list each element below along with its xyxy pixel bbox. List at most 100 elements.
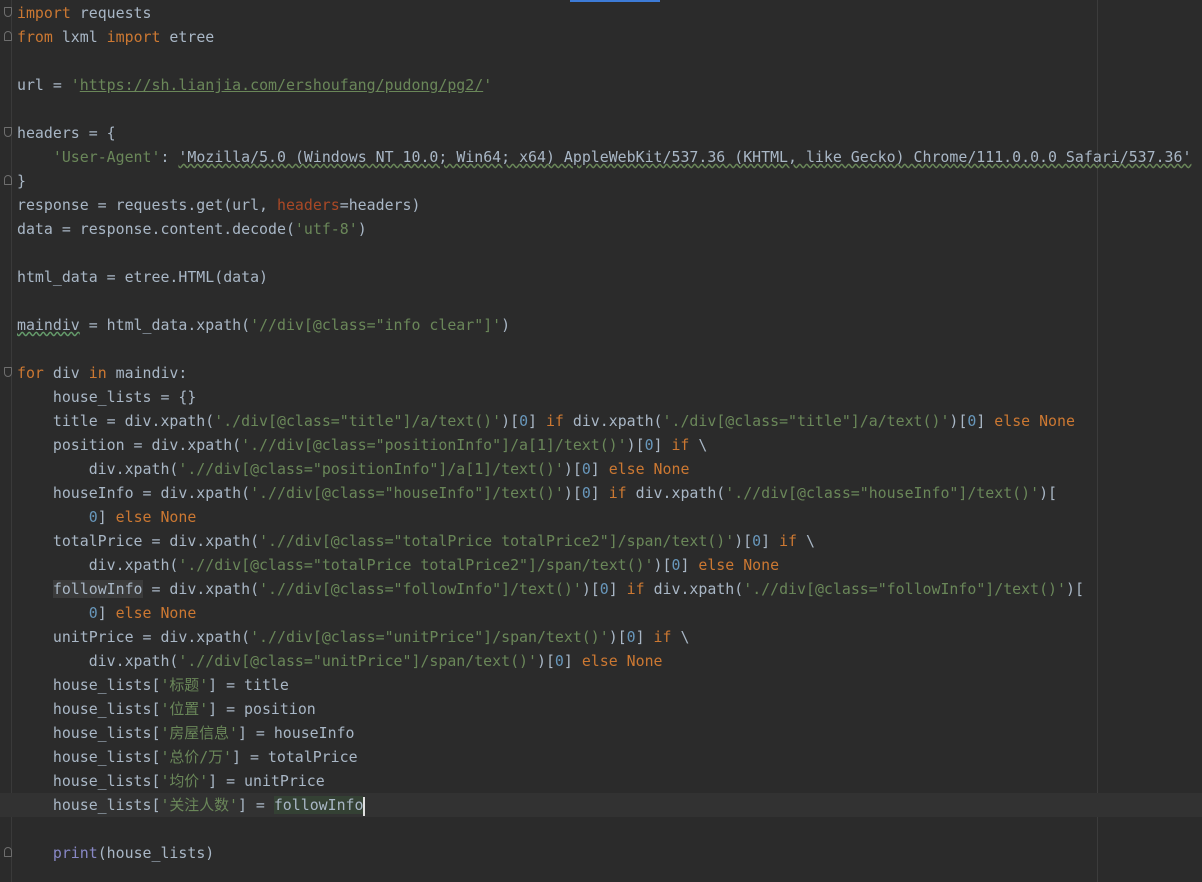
code-token: )[ [536, 652, 555, 670]
code-token: house_lists[ [17, 676, 161, 694]
code-line[interactable]: house_lists['位置'] = position [0, 697, 1202, 721]
code-token: 0 [752, 532, 762, 550]
code-line[interactable]: maindiv = html_data.xpath('//div[@class=… [0, 313, 1202, 337]
code-token: div.xpath( [17, 460, 179, 478]
code-line[interactable] [0, 337, 1202, 361]
code-token: =headers) [339, 196, 421, 214]
fold-marker-icon[interactable] [4, 127, 12, 137]
code-line[interactable]: unitPrice = div.xpath('.//div[@class="un… [0, 625, 1202, 649]
code-token: ] [635, 628, 654, 646]
code-line[interactable]: response = requests.get(url, headers=hea… [0, 193, 1202, 217]
fold-marker-icon[interactable] [4, 175, 12, 185]
code-token: )[ [1065, 580, 1084, 598]
code-token: totalPrice = div.xpath( [17, 532, 260, 550]
code-token: )[ [501, 412, 520, 430]
code-line[interactable]: data = response.content.decode('utf-8') [0, 217, 1202, 241]
code-token[interactable]: https://sh.lianjia.com/ershoufang/pudong… [80, 76, 483, 94]
code-token: '关注人数' [160, 796, 238, 814]
code-line[interactable] [0, 241, 1202, 265]
code-token: followInfo [273, 796, 364, 814]
code-token: else None [115, 508, 197, 526]
code-line[interactable]: div.xpath('.//div[@class="positionInfo"]… [0, 457, 1202, 481]
code-token: } [17, 172, 26, 190]
code-token: './/div[@class="unitPrice"]/span/text()' [250, 628, 609, 646]
code-line[interactable]: house_lists['总价/万'] = totalPrice [0, 745, 1202, 769]
fold-marker-icon[interactable] [4, 31, 12, 41]
code-token: 0 [626, 628, 636, 646]
code-token: ] [590, 460, 609, 478]
code-token: './div[@class="title"]/a/text()' [662, 412, 950, 430]
code-line[interactable]: house_lists['房屋信息'] = houseInfo [0, 721, 1202, 745]
code-line[interactable] [0, 289, 1202, 313]
code-line[interactable]: print(house_lists) [0, 841, 1202, 865]
code-token: if [608, 484, 627, 502]
code-token: 0 [88, 604, 98, 622]
code-token: import [17, 4, 71, 22]
code-token: response = requests.get(url, [17, 196, 277, 214]
code-token: div.xpath( [17, 556, 179, 574]
code-token: maindiv [17, 316, 80, 334]
code-token: )[ [581, 580, 600, 598]
code-line[interactable]: position = div.xpath('.//div[@class="pos… [0, 433, 1202, 457]
code-token: \ [671, 628, 690, 646]
code-token: '位置' [160, 700, 209, 718]
code-token: ' [483, 76, 493, 94]
code-token: house_lists[ [17, 748, 161, 766]
code-line[interactable]: house_lists['标题'] = title [0, 673, 1202, 697]
code-token: for [17, 364, 44, 382]
code-line[interactable]: houseInfo = div.xpath('.//div[@class="ho… [0, 481, 1202, 505]
code-line[interactable]: url = 'https://sh.lianjia.com/ershoufang… [0, 73, 1202, 97]
code-token: if [626, 580, 645, 598]
code-line[interactable]: totalPrice = div.xpath('.//div[@class="t… [0, 529, 1202, 553]
fold-marker-icon[interactable] [4, 847, 12, 857]
code-token: 0 [581, 460, 591, 478]
code-line[interactable]: div.xpath('.//div[@class="unitPrice"]/sp… [0, 649, 1202, 673]
code-line[interactable]: html_data = etree.HTML(data) [0, 265, 1202, 289]
code-line[interactable]: headers = { [0, 121, 1202, 145]
code-token: \ [689, 436, 708, 454]
code-line[interactable]: 0] else None [0, 601, 1202, 625]
code-token: ' [70, 76, 80, 94]
code-line[interactable]: } [0, 169, 1202, 193]
code-token: )[ [626, 436, 645, 454]
code-token: requests [70, 4, 152, 22]
code-line[interactable] [0, 97, 1202, 121]
code-token: = div.xpath( [142, 580, 260, 598]
code-token: div.xpath( [644, 580, 744, 598]
code-token: ] [761, 532, 780, 550]
code-line[interactable]: house_lists['均价'] = unitPrice [0, 769, 1202, 793]
code-line[interactable]: div.xpath('.//div[@class="totalPrice tot… [0, 553, 1202, 577]
code-line[interactable]: import requests [0, 1, 1202, 25]
code-token: ) [501, 316, 511, 334]
code-line[interactable]: 'User-Agent': 'Mozilla/5.0 (Windows NT 1… [0, 145, 1202, 169]
code-line[interactable]: title = div.xpath('./div[@class="title"]… [0, 409, 1202, 433]
code-editor[interactable]: import requests from lxml import etree url… [0, 1, 1202, 865]
code-token: ] [528, 412, 546, 430]
code-token: ] [653, 436, 672, 454]
code-line[interactable]: from lxml import etree [0, 25, 1202, 49]
code-token: div.xpath( [563, 412, 663, 430]
code-line[interactable] [0, 817, 1202, 841]
code-token: house_lists[ [17, 724, 161, 742]
code-token: \ [797, 532, 815, 550]
code-line[interactable]: for div in maindiv: [0, 361, 1202, 385]
code-line[interactable]: house_lists['关注人数'] = followInfo [0, 793, 1202, 817]
code-token: )[ [608, 628, 627, 646]
code-line[interactable] [0, 49, 1202, 73]
code-token: div [43, 364, 89, 382]
code-token: ] = houseInfo [237, 724, 355, 742]
code-token: 'Mozilla/5.0 (Windows NT 10.0; Win64; x6… [178, 148, 1192, 166]
code-token: else None [581, 652, 663, 670]
fold-marker-icon[interactable] [4, 7, 12, 17]
code-token: if [671, 436, 690, 454]
code-token: './/div[@class="positionInfo"]/a[1]/text… [178, 460, 564, 478]
fold-marker-icon[interactable] [4, 367, 12, 377]
code-line[interactable]: 0] else None [0, 505, 1202, 529]
code-token: )[ [949, 412, 968, 430]
code-line[interactable]: house_lists = {} [0, 385, 1202, 409]
code-token: './/div[@class="positionInfo"]/a[1]/text… [241, 436, 627, 454]
code-line[interactable]: followInfo = div.xpath('.//div[@class="f… [0, 577, 1202, 601]
